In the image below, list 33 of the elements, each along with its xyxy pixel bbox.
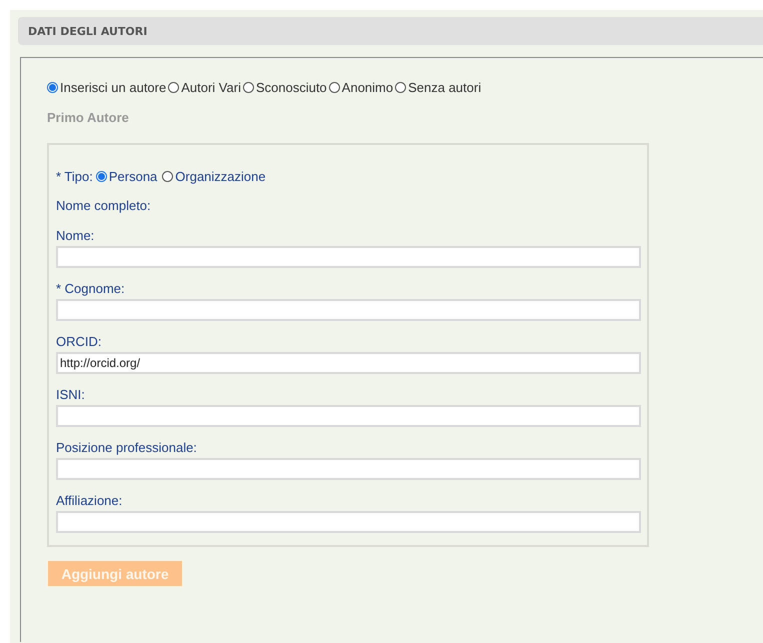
field-label: Nome: [56,228,96,243]
author-mode-option[interactable]: Autori Vari [168,80,241,95]
field-label: ISNI: [56,387,86,402]
option-label: Sconosciuto [256,80,327,95]
radio-button[interactable] [328,82,340,93]
full-name-label: Nome completo: [56,198,151,213]
author-mode-option[interactable]: Sconosciuto [242,80,327,95]
input-field[interactable] [56,458,641,480]
input-field[interactable] [56,246,641,268]
radio-button[interactable] [395,82,406,93]
author-mode-option[interactable]: Anonimo [328,80,394,95]
author-mode-option[interactable]: Senza autori [395,80,482,95]
radio-button[interactable] [162,171,174,182]
option-label: Autori Vari [181,80,241,95]
field-label: ORCID: [56,334,102,349]
radio-button[interactable] [96,171,107,182]
radio-button[interactable] [47,82,58,93]
input-field[interactable] [56,299,641,321]
option-label: Persona [108,169,158,184]
input-field[interactable] [56,405,641,427]
option-label: Organizzazione [175,169,266,184]
input-field[interactable] [56,511,641,533]
input-field[interactable]: http://orcid.org/ [56,352,641,374]
radio-button[interactable] [168,82,180,93]
subtitle: Primo Autore [47,110,130,125]
field-label: Posizione professionale: [56,440,198,455]
section-header: DATI DEGLI AUTORI [18,17,763,45]
option-label: Anonimo [342,80,394,95]
radio-button[interactable] [242,82,254,93]
field-label: * Cognome: [56,281,126,296]
type-label: * Tipo: [56,169,93,184]
option-label: Senza autori [408,80,482,95]
field-label: Affiliazione: [56,493,124,508]
